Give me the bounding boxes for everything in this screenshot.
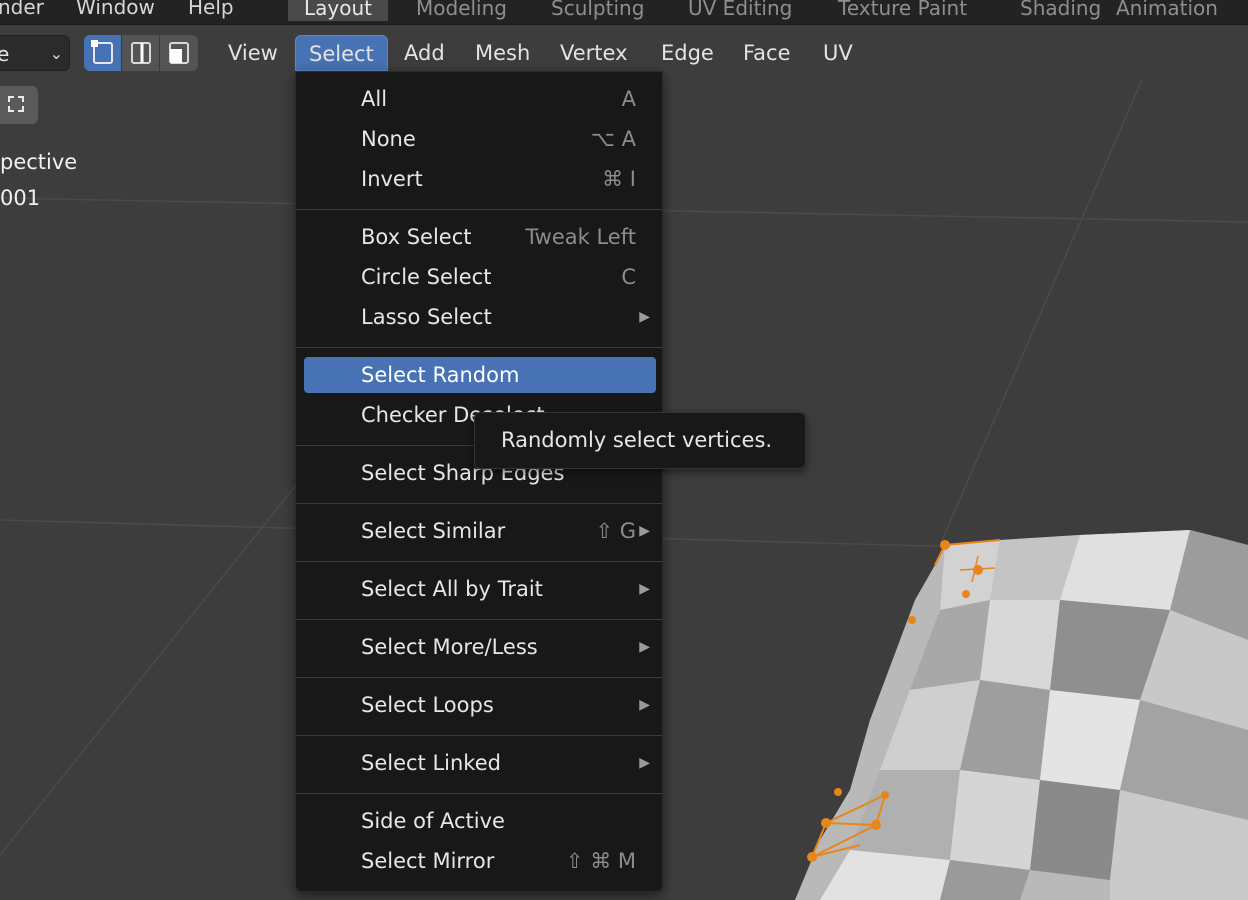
menu-item-select-more-less[interactable]: Select More/Less ▶ <box>304 629 656 665</box>
menu-separator <box>296 209 662 210</box>
tab-animation[interactable]: Animation <box>1100 0 1234 21</box>
submenu-arrow-icon: ▶ <box>639 581 650 597</box>
tab-uv-editing[interactable]: UV Editing <box>672 0 808 21</box>
menu-item-label: All <box>361 87 388 111</box>
mode-dropdown[interactable]: e ⌄ <box>0 35 70 71</box>
header-menu-mesh[interactable]: Mesh <box>462 35 543 71</box>
header-menu-add[interactable]: Add <box>391 35 458 71</box>
header-menu-view[interactable]: View <box>215 35 291 71</box>
menu-item-label: Select Loops <box>361 693 494 717</box>
menu-separator <box>296 735 662 736</box>
tab-texture-paint[interactable]: Texture Paint <box>822 0 983 21</box>
header-menu-select[interactable]: Select <box>295 35 388 71</box>
menu-item-select-linked[interactable]: Select Linked ▶ <box>304 745 656 781</box>
menu-item-label: Select Random <box>361 363 520 387</box>
top-bar: nder Window Help Layout Modeling Sculpti… <box>0 0 1248 25</box>
menu-render[interactable]: nder <box>0 0 44 19</box>
submenu-arrow-icon: ▶ <box>639 309 650 325</box>
face-select-mode-button[interactable] <box>160 35 198 71</box>
vertex-select-icon <box>91 40 113 64</box>
menu-separator <box>296 677 662 678</box>
select-menu: All A None ⌥ A Invert ⌘ I Box Select Twe… <box>295 71 663 892</box>
tooltip: Randomly select vertices. <box>474 412 806 469</box>
mode-dropdown-value: e <box>0 42 10 66</box>
menu-item-label: Lasso Select <box>361 305 492 329</box>
vertex-select-mode-button[interactable] <box>84 35 122 71</box>
menu-item-label: Select All by Trait <box>361 577 543 601</box>
header-menu-face[interactable]: Face <box>730 35 804 71</box>
submenu-arrow-icon: ▶ <box>639 755 650 771</box>
menu-item-shortcut: C <box>621 265 636 289</box>
menu-item-shortcut: ⌘ I <box>602 167 636 191</box>
menu-item-label: Box Select <box>361 225 472 249</box>
menu-item-box-select[interactable]: Box Select Tweak Left <box>304 219 656 255</box>
menu-item-select-random[interactable]: Select Random <box>304 357 656 393</box>
menu-help[interactable]: Help <box>188 0 234 19</box>
edge-select-icon <box>131 42 151 64</box>
menu-separator <box>296 793 662 794</box>
submenu-arrow-icon: ▶ <box>639 523 650 539</box>
menu-item-circle-select[interactable]: Circle Select C <box>304 259 656 295</box>
header-menu-uv[interactable]: UV <box>810 35 866 71</box>
menu-separator <box>296 503 662 504</box>
menu-item-label: None <box>361 127 416 151</box>
menu-separator <box>296 347 662 348</box>
menu-item-shortcut: Tweak Left <box>525 225 636 249</box>
select-box-icon <box>8 96 24 112</box>
menu-item-none[interactable]: None ⌥ A <box>304 121 656 157</box>
header-menu-edge[interactable]: Edge <box>648 35 727 71</box>
header-menu-vertex[interactable]: Vertex <box>547 35 641 71</box>
tab-layout[interactable]: Layout <box>288 0 388 21</box>
menu-separator <box>296 619 662 620</box>
menu-item-lasso-select[interactable]: Lasso Select ▶ <box>304 299 656 335</box>
menu-item-shortcut: ⇧ G <box>595 519 636 543</box>
viewport-object-label: 001 <box>0 186 41 210</box>
menu-item-label: Select Linked <box>361 751 501 775</box>
tab-modeling[interactable]: Modeling <box>400 0 523 21</box>
menu-item-shortcut: ⌥ A <box>590 127 636 151</box>
submenu-arrow-icon: ▶ <box>639 639 650 655</box>
viewport-perspective-label: pective <box>0 150 78 174</box>
menu-separator <box>296 561 662 562</box>
menu-item-invert[interactable]: Invert ⌘ I <box>304 161 656 197</box>
tab-sculpting[interactable]: Sculpting <box>535 0 660 21</box>
menu-item-label: Select More/Less <box>361 635 538 659</box>
menu-item-label: Invert <box>361 167 423 191</box>
chevron-down-icon: ⌄ <box>49 44 63 63</box>
menu-item-label: Select Mirror <box>361 849 495 873</box>
select-box-tool-button[interactable] <box>0 86 38 124</box>
menu-item-label: Select Similar <box>361 519 506 543</box>
menu-item-select-mirror[interactable]: Select Mirror ⇧ ⌘ M <box>304 843 656 879</box>
menu-window[interactable]: Window <box>76 0 155 19</box>
menu-item-shortcut: A <box>621 87 636 111</box>
viewport-header: e ⌄ View Select Add Mesh Vertex Edge Fac… <box>0 29 1248 75</box>
menu-item-select-all-by-trait[interactable]: Select All by Trait ▶ <box>304 571 656 607</box>
menu-item-side-of-active[interactable]: Side of Active <box>304 803 656 839</box>
select-mode-group <box>84 35 198 71</box>
menu-item-shortcut: ⇧ ⌘ M <box>565 849 636 873</box>
edge-select-mode-button[interactable] <box>122 35 160 71</box>
menu-item-label: Side of Active <box>361 809 505 833</box>
menu-item-select-similar[interactable]: Select Similar ⇧ G ▶ <box>304 513 656 549</box>
menu-item-all[interactable]: All A <box>304 81 656 117</box>
menu-item-select-loops[interactable]: Select Loops ▶ <box>304 687 656 723</box>
menu-item-label: Circle Select <box>361 265 492 289</box>
tooltip-text: Randomly select vertices. <box>501 428 773 452</box>
submenu-arrow-icon: ▶ <box>639 697 650 713</box>
face-select-icon <box>169 42 189 64</box>
